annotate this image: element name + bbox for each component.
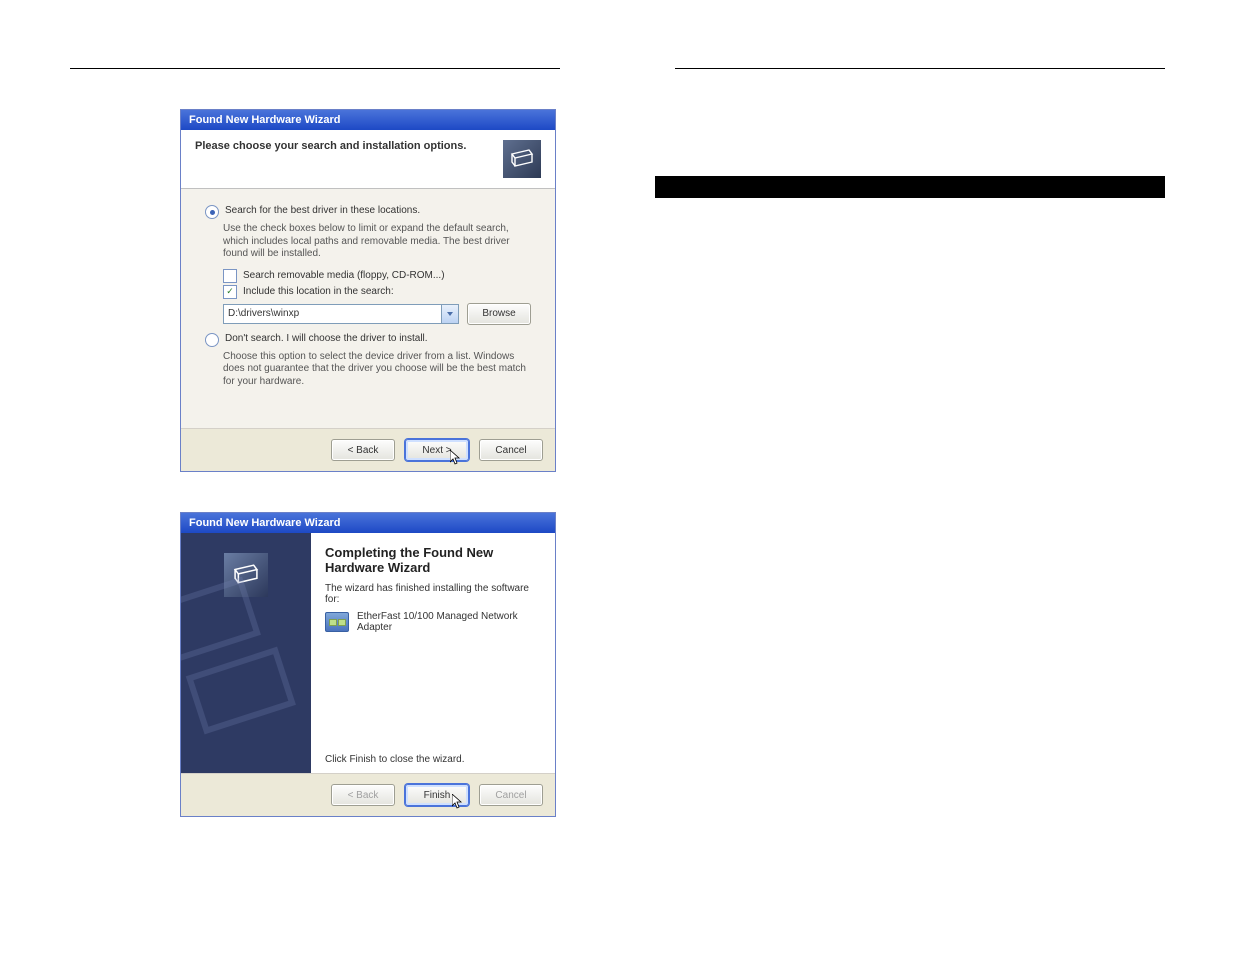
back-button: < Back <box>331 784 395 806</box>
back-button[interactable]: < Back <box>331 439 395 461</box>
finish-button-label: Finish <box>424 790 451 801</box>
nosearch-help-text: Choose this option to select the device … <box>223 351 531 389</box>
wizard1-header-band: Please choose your search and installati… <box>181 130 555 189</box>
wizard2-titlebar: Found New Hardware Wizard <box>181 513 555 533</box>
checkbox-removable-media[interactable] <box>223 269 237 283</box>
radio-dont-search-label: Don't search. I will choose the driver t… <box>225 333 428 344</box>
checkbox-removable-label: Search removable media (floppy, CD-ROM..… <box>243 270 445 281</box>
wizard2-window: Found New Hardware Wizard Completing the… <box>180 512 556 817</box>
checkbox-include-location-label: Include this location in the search: <box>243 286 394 297</box>
wizard1-header-text: Please choose your search and installati… <box>195 140 466 152</box>
wizard2-heading: Completing the Found New Hardware Wizard <box>325 545 541 575</box>
radio-search-best[interactable] <box>205 205 219 219</box>
browse-button[interactable]: Browse <box>467 303 531 325</box>
search-help-text: Use the check boxes below to limit or ex… <box>223 223 531 261</box>
wizard1-button-bar: < Back Next > Cancel <box>181 428 555 471</box>
wizard2-subline: The wizard has finished installing the s… <box>325 583 541 605</box>
cancel-button-label: Cancel <box>495 445 526 456</box>
location-path-combo[interactable]: D:\drivers\winxp <box>223 304 459 324</box>
sidebar-decoration-icon <box>181 533 311 773</box>
wizard2-button-bar: < Back Finish Cancel <box>181 773 555 816</box>
cancel-button-label: Cancel <box>495 790 526 801</box>
radio-search-best-label: Search for the best driver in these loca… <box>225 205 420 216</box>
wizard1-body: Search for the best driver in these loca… <box>181 189 555 428</box>
checkbox-include-location[interactable] <box>223 285 237 299</box>
device-icon <box>503 140 541 178</box>
wizard1-window: Found New Hardware Wizard Please choose … <box>180 109 556 472</box>
section-heading-text <box>655 180 663 194</box>
wizard2-closing-text: Click Finish to close the wizard. <box>325 754 541 765</box>
radio-dont-search[interactable] <box>205 333 219 347</box>
cancel-button: Cancel <box>479 784 543 806</box>
wizard1-titlebar: Found New Hardware Wizard <box>181 110 555 130</box>
wizard2-sidebar <box>181 533 311 773</box>
chevron-down-icon[interactable] <box>441 305 458 323</box>
back-button-label: < Back <box>348 445 379 456</box>
next-button[interactable]: Next > <box>405 439 469 461</box>
wizard2-device-name: EtherFast 10/100 Managed Network Adapter <box>357 611 541 633</box>
left-page-header <box>70 36 560 69</box>
wizard2-main: Completing the Found New Hardware Wizard… <box>311 533 555 773</box>
section-heading-bar <box>655 176 1165 198</box>
right-page-header <box>675 36 1165 69</box>
cancel-button[interactable]: Cancel <box>479 439 543 461</box>
back-button-label: < Back <box>348 790 379 801</box>
network-adapter-icon <box>325 612 349 632</box>
next-button-label: Next > <box>422 445 451 456</box>
finish-button[interactable]: Finish <box>405 784 469 806</box>
browse-button-label: Browse <box>482 308 515 319</box>
location-path-value: D:\drivers\winxp <box>224 308 441 319</box>
